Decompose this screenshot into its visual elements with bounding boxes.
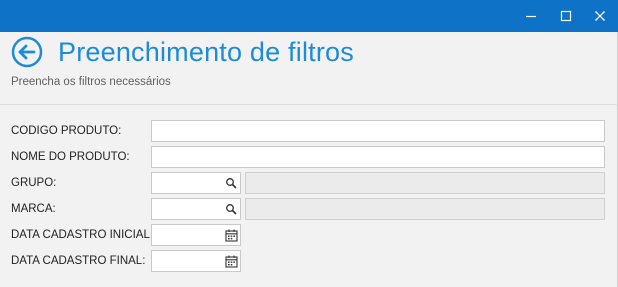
data-cadastro-inicial-row: DATA CADASTRO INICIAL: — [0, 224, 618, 248]
page-header: Preenchimento de filtros Preencha os fil… — [0, 32, 618, 104]
marca-label: MARCA: — [11, 203, 56, 215]
data-cadastro-final-label: DATA CADASTRO FINAL: — [11, 255, 146, 267]
page-title: Preenchimento de filtros — [58, 37, 354, 67]
header-divider — [0, 104, 618, 105]
data-cadastro-final-row: DATA CADASTRO FINAL: — [0, 250, 618, 274]
nome-produto-row: NOME DO PRODUTO: — [0, 146, 618, 170]
close-icon — [595, 11, 605, 21]
data-cadastro-inicial-calendar-button[interactable] — [224, 228, 238, 242]
codigo-produto-row: CODIGO PRODUTO: — [0, 120, 618, 144]
calendar-icon — [224, 255, 238, 268]
minimize-icon — [526, 15, 536, 18]
maximize-icon — [560, 10, 572, 22]
grupo-description — [245, 172, 605, 194]
minimize-button[interactable] — [514, 0, 548, 32]
title-bar — [0, 0, 618, 32]
codigo-produto-input[interactable] — [151, 120, 605, 142]
marca-description — [245, 198, 605, 220]
nome-produto-input[interactable] — [151, 146, 605, 168]
codigo-produto-label: CODIGO PRODUTO: — [11, 125, 122, 137]
grupo-label: GRUPO: — [11, 177, 57, 189]
search-icon — [226, 178, 237, 189]
grupo-search-button[interactable] — [224, 176, 238, 190]
search-icon — [226, 204, 237, 215]
back-button[interactable] — [11, 36, 43, 68]
maximize-button[interactable] — [549, 0, 583, 32]
data-cadastro-final-calendar-button[interactable] — [224, 254, 238, 268]
nome-produto-label: NOME DO PRODUTO: — [11, 151, 130, 163]
calendar-icon — [224, 229, 238, 242]
data-cadastro-inicial-label: DATA CADASTRO INICIAL: — [11, 229, 154, 241]
grupo-row: GRUPO: — [0, 172, 618, 196]
marca-row: MARCA: — [0, 198, 618, 222]
back-arrow-icon — [11, 36, 43, 68]
filter-window: Preenchimento de filtros Preencha os fil… — [0, 0, 618, 287]
marca-search-button[interactable] — [224, 202, 238, 216]
page-subtitle: Preencha os filtros necessários — [11, 76, 171, 88]
close-button[interactable] — [583, 0, 617, 32]
